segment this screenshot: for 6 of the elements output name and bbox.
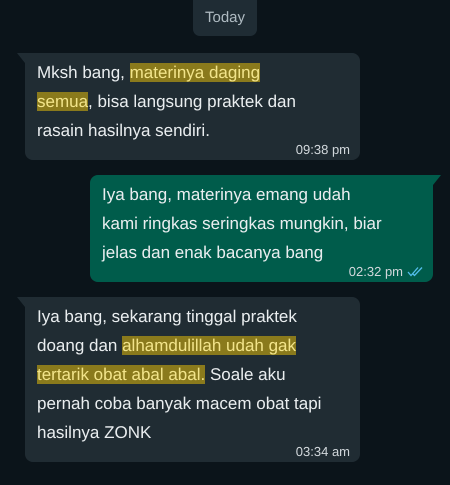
message-time: 03:34 am — [296, 444, 350, 459]
message-time: 09:38 pm — [296, 142, 350, 157]
date-chip: Today — [192, 0, 258, 36]
message-text: Iya bang, sekarang tinggal praktek doang dan alhamdulillah udah gak tertarik obat abal abal. Soale aku pernah coba banyak macem obat tapi hasilnya ZONK — [36, 306, 322, 444]
message-time: 02:32 pm — [348, 264, 403, 279]
message-text: Iya bang, materinya emang udah kami ringkas seringkas mungkin, biar jelas dan enak bacanya bang — [100, 184, 383, 264]
